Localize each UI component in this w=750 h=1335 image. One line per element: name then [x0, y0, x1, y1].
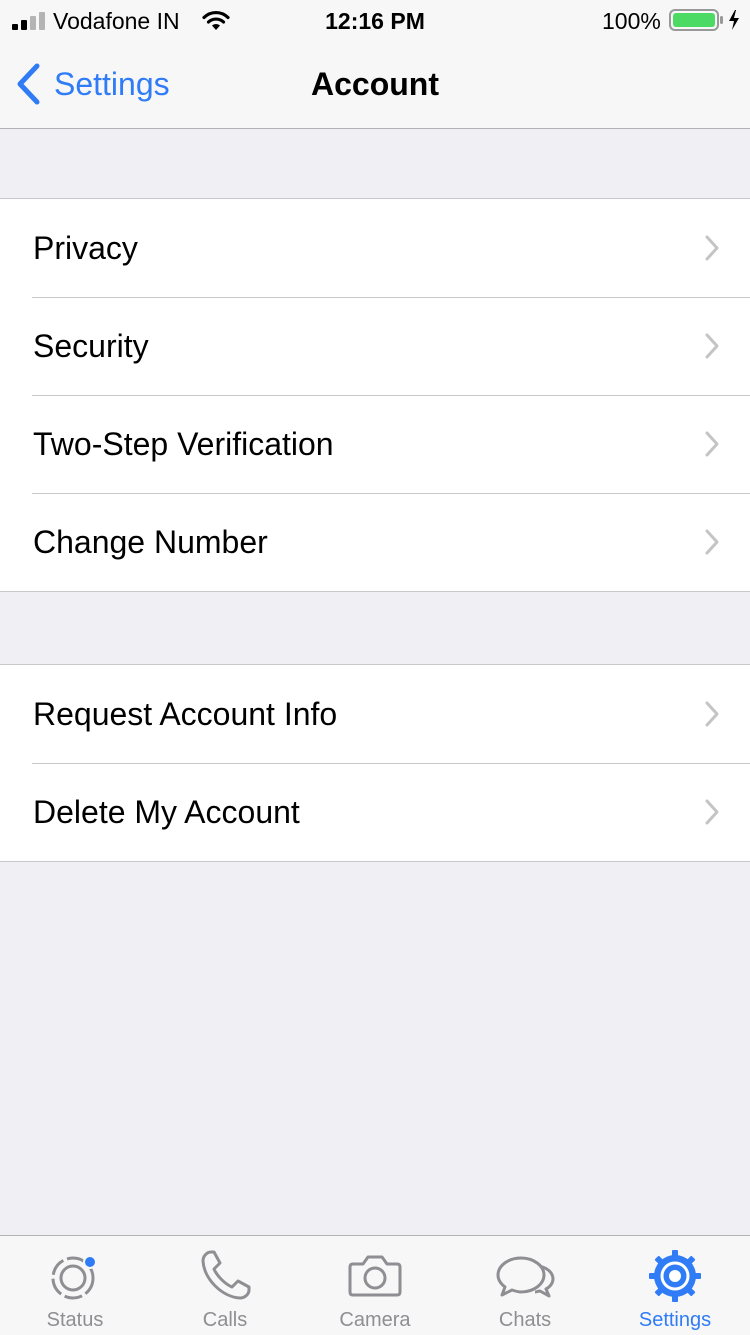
battery-icon: [669, 9, 723, 31]
tab-label: Calls: [202, 1309, 248, 1331]
tab-settings[interactable]: Settings: [600, 1236, 750, 1335]
change-number-row[interactable]: Change Number: [0, 493, 750, 591]
page-title: Account: [311, 66, 439, 102]
account-data-group: Request Account Info Delete My Account: [0, 664, 750, 862]
request-account-info-row[interactable]: Request Account Info: [0, 665, 750, 763]
tab-chats[interactable]: Chats: [450, 1236, 600, 1335]
tab-label: Status: [46, 1309, 104, 1331]
tab-label: Settings: [638, 1309, 712, 1331]
battery-percentage: 100%: [602, 8, 661, 34]
row-label: Security: [33, 328, 149, 364]
camera-icon: [348, 1255, 402, 1297]
row-label: Request Account Info: [33, 696, 338, 732]
row-label: Delete My Account: [33, 794, 300, 830]
delete-my-account-row[interactable]: Delete My Account: [0, 763, 750, 861]
chevron-right-icon: [705, 799, 719, 825]
row-label: Privacy: [33, 230, 138, 266]
tab-camera[interactable]: Camera: [300, 1236, 450, 1335]
tab-label: Camera: [339, 1309, 411, 1331]
phone-icon: [201, 1250, 251, 1300]
two-step-verification-row[interactable]: Two-Step Verification: [0, 395, 750, 493]
navigation-bar: Settings Account: [0, 40, 750, 129]
chevron-right-icon: [705, 701, 719, 727]
chevron-right-icon: [705, 529, 719, 555]
status-bar: Vodafone IN 12:16 PM 100%: [0, 0, 750, 40]
chats-icon: [496, 1256, 555, 1298]
gear-icon: [649, 1250, 701, 1302]
status-icon: [51, 1255, 97, 1300]
privacy-row[interactable]: Privacy: [0, 199, 750, 297]
row-label: Change Number: [33, 524, 268, 560]
tab-label: Chats: [498, 1309, 552, 1331]
security-row[interactable]: Security: [0, 297, 750, 395]
charging-icon: [729, 10, 739, 30]
row-label: Two-Step Verification: [33, 426, 334, 462]
tab-bar: Status Calls Camera Chats Settings: [0, 1235, 750, 1335]
account-options-group: Privacy Security Two-Step Verification C…: [0, 198, 750, 592]
tab-status[interactable]: Status: [0, 1236, 150, 1335]
tab-calls[interactable]: Calls: [150, 1236, 300, 1335]
chevron-right-icon: [705, 333, 719, 359]
chevron-right-icon: [705, 431, 719, 457]
chevron-right-icon: [705, 235, 719, 261]
